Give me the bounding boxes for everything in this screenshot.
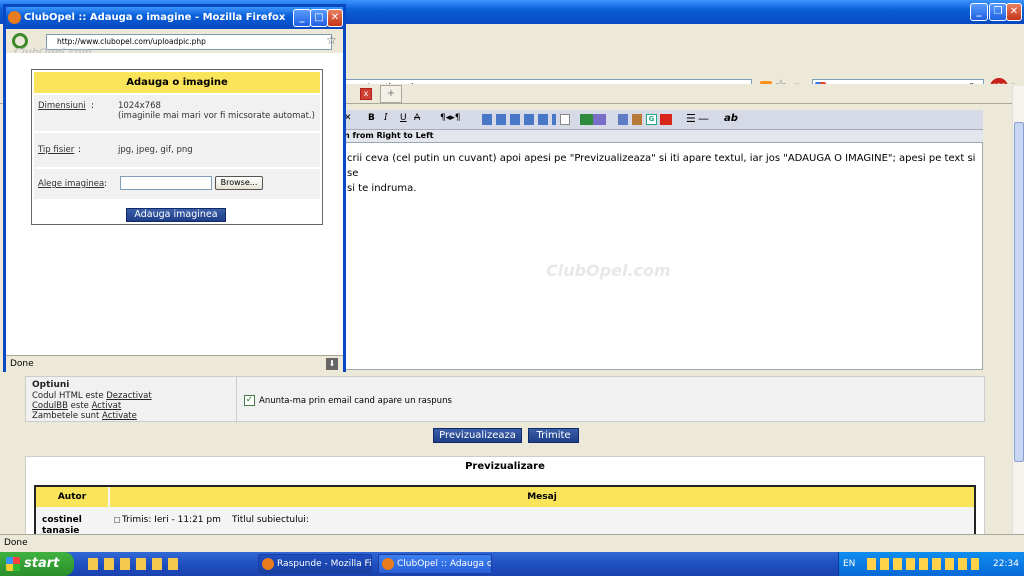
col-message-header: Mesaj xyxy=(110,487,974,507)
options-heading: Optiuni xyxy=(32,380,70,390)
editor-toolbar: ✕ B I U A ¶◂▸¶ G ☰ — ab xyxy=(340,110,983,130)
flash-icon[interactable] xyxy=(632,114,642,125)
task-button-clubopel[interactable]: ClubOpel :: Adauga o... xyxy=(378,554,492,574)
bbcode-link[interactable]: CodulBB xyxy=(32,401,68,411)
system-tray: EN 22:34 xyxy=(838,552,1024,576)
image-icon[interactable] xyxy=(618,114,628,125)
html-status-link[interactable]: Dezactivat xyxy=(106,391,151,401)
windows-logo-icon xyxy=(6,557,20,571)
list-icon[interactable]: ☰ xyxy=(686,112,696,125)
choose-image-row: Alege imaginea : Browse... xyxy=(34,169,320,199)
google-video-icon[interactable]: G xyxy=(646,114,657,125)
popup-address-area: http://www.clubopel.com/uploadpic.php ☆ … xyxy=(6,29,343,58)
notify-checkbox[interactable]: ✓ xyxy=(244,395,255,406)
scrollbar-thumb[interactable] xyxy=(1014,122,1024,462)
clock: 22:34 xyxy=(993,559,1019,569)
download-icon[interactable]: ⬇ xyxy=(326,358,338,370)
taskbar: start Raspunde - Mozilla Fir... ClubOpel… xyxy=(0,552,1024,576)
options-panel: Optiuni Codul HTML este Dezactivat Codul… xyxy=(25,376,985,423)
firefox-icon xyxy=(382,558,394,570)
file-type-value: jpg, jpeg, gif, png xyxy=(118,145,193,155)
bookmark-star-icon[interactable]: ☆ xyxy=(326,33,337,47)
popup-minimize-button[interactable]: _ xyxy=(293,9,311,27)
dimensions-note: (imaginile mai mari vor fi micsorate aut… xyxy=(118,111,315,121)
choose-image-label: Alege imaginea xyxy=(38,179,105,189)
post-icon xyxy=(114,517,120,523)
popup-status-bar: Done ⬇ xyxy=(6,355,343,372)
spellcheck-icon[interactable]: ab xyxy=(724,113,738,124)
smilies-status-link[interactable]: Activate xyxy=(102,411,137,421)
submit-button[interactable]: Trimite xyxy=(528,428,579,443)
language-indicator[interactable]: EN xyxy=(843,552,855,576)
restore-button[interactable]: ❐ xyxy=(989,3,1007,21)
browse-button[interactable]: Browse... xyxy=(215,176,263,190)
notify-label: Anunta-ma prin email cand apare un raspu… xyxy=(259,396,452,406)
file-path-input[interactable] xyxy=(120,176,212,190)
main-scrollbar[interactable] xyxy=(1012,86,1024,534)
strikethrough-icon[interactable]: A xyxy=(414,113,420,123)
options-divider xyxy=(236,377,237,423)
dimensions-row: Dimensiuni : 1024x768 (imaginile mai mar… xyxy=(34,95,320,131)
file-type-row: Tip fisier : jpg, jpeg, gif, png xyxy=(34,133,320,167)
tab-close-icon[interactable]: x xyxy=(360,88,372,100)
dialog-title: Adauga o imagine xyxy=(34,72,320,93)
blank-icon[interactable] xyxy=(560,114,570,125)
quick-launch-icons[interactable] xyxy=(88,558,184,570)
post-meta: Trimis: Ieri - 11:21 pm xyxy=(122,515,221,525)
start-button[interactable]: start xyxy=(0,552,74,576)
underline-icon[interactable]: U xyxy=(400,113,407,123)
popup-window: ClubOpel :: Adauga o imagine - Mozilla F… xyxy=(3,4,346,372)
popup-content: Adauga o imagine Dimensiuni : 1024x768 (… xyxy=(6,53,343,355)
tray-icons[interactable] xyxy=(867,558,979,570)
html-status: Codul HTML este Dezactivat xyxy=(32,391,152,401)
youtube-icon[interactable] xyxy=(660,114,672,125)
preview-section: Previzualizare Autor Mesaj costinel tana… xyxy=(25,456,985,546)
editor-text-line: si te indruma. xyxy=(347,183,417,194)
popup-close-button[interactable]: ✕ xyxy=(327,9,343,27)
new-tab-button[interactable]: + xyxy=(380,85,402,103)
insert-icons-group[interactable] xyxy=(482,114,556,125)
bold-icon[interactable]: B xyxy=(368,113,375,123)
bbcode-status-link[interactable]: Activat xyxy=(92,401,122,411)
firefox-icon xyxy=(8,11,21,24)
preview-title: Previzualizare xyxy=(465,461,545,472)
message-textarea[interactable]: crii ceva (cel putin un cuvant) apoi ape… xyxy=(340,142,983,370)
preview-button[interactable]: Previzualizeaza xyxy=(433,428,522,443)
watermark: ClubOpel.com xyxy=(546,261,671,280)
dimensions-value: 1024x768 xyxy=(118,101,161,111)
popup-title: ClubOpel :: Adauga o imagine - Mozilla F… xyxy=(24,12,286,23)
upload-button[interactable]: Adauga imaginea xyxy=(126,208,226,222)
main-status-bar: Done xyxy=(0,534,1024,552)
firefox-icon xyxy=(262,558,274,570)
file-type-label: Tip fisier xyxy=(38,145,75,155)
direction-icon[interactable]: ¶◂▸¶ xyxy=(440,113,461,123)
italic-icon[interactable]: I xyxy=(384,113,388,123)
author-name: costinel xyxy=(42,515,82,525)
editor-hint: n from Right to Left xyxy=(340,130,983,142)
minimize-button[interactable]: _ xyxy=(970,3,988,21)
col-author-header: Autor xyxy=(36,487,108,507)
media-icons[interactable] xyxy=(580,114,606,125)
popup-maximize-button[interactable]: □ xyxy=(310,9,328,27)
popup-title-bar: ClubOpel :: Adauga o imagine - Mozilla F… xyxy=(6,7,343,29)
close-button[interactable]: ✕ xyxy=(1006,3,1022,21)
upload-dialog: Adauga o imagine Dimensiuni : 1024x768 (… xyxy=(31,69,323,225)
bbcode-status: CodulBB este Activat xyxy=(32,401,122,411)
task-button-raspunde[interactable]: Raspunde - Mozilla Fir... xyxy=(258,554,372,574)
smilies-status: Zambetele sunt Activate xyxy=(32,411,137,421)
dimensions-label: Dimensiuni xyxy=(38,101,86,111)
editor-text-line: crii ceva (cel putin un cuvant) apoi ape… xyxy=(347,153,976,179)
post-subject: Titlul subiectului: xyxy=(232,515,309,525)
horizontal-rule-icon[interactable]: — xyxy=(698,112,709,125)
